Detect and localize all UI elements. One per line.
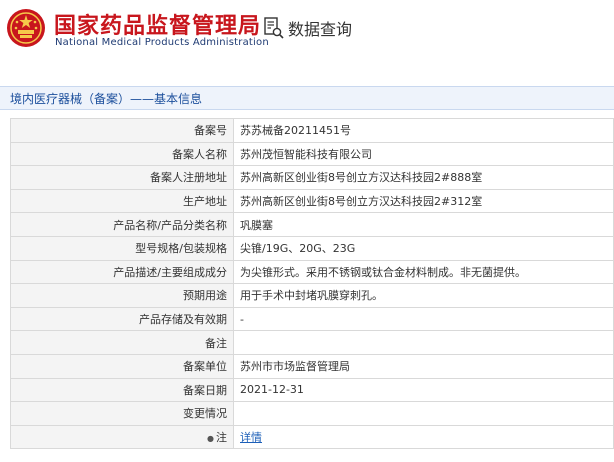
field-label: 备案单位 — [10, 353, 234, 379]
field-value: 苏州市市场监督管理局 — [233, 353, 614, 379]
table-row: 备案单位 苏州市市场监督管理局 — [10, 353, 614, 379]
field-label: 备案日期 — [10, 377, 234, 403]
field-value: 2021-12-31 — [233, 377, 614, 403]
table-row: 备案人名称 苏州茂恒智能科技有限公司 — [10, 141, 614, 167]
field-value: - — [233, 306, 614, 332]
field-value: 巩膜塞 — [233, 212, 614, 237]
field-value: 为尖锥形式。采用不锈钢或钛合金材料制成。非无菌提供。 — [233, 259, 614, 285]
field-value: 用于手术中封堵巩膜穿刺孔。 — [233, 283, 614, 308]
field-label-text: 注 — [216, 431, 227, 445]
table-row: 型号规格/包装规格 尖锥/19G、20G、23G — [10, 235, 614, 261]
field-label: 备案人注册地址 — [10, 165, 234, 190]
record-detail-table: 备案号 苏苏械备20211451号 备案人名称 苏州茂恒智能科技有限公司 备案人注册地址… — [10, 118, 614, 450]
table-row: 产品描述/主要组成成分 为尖锥形式。采用不锈钢或钛合金材料制成。非无菌提供。 — [10, 259, 614, 285]
table-row: 预期用途 用于手术中封堵巩膜穿刺孔。 — [10, 283, 614, 308]
field-value: 苏苏械备20211451号 — [233, 118, 614, 143]
breadcrumb: 境内医疗器械（备案）——基本信息 — [10, 92, 203, 106]
site-subtitle: National Medical Products Administration — [55, 37, 269, 48]
table-row: 产品存储及有效期 - — [10, 306, 614, 332]
table-row: 变更情况 — [10, 401, 614, 426]
field-label: 变更情况 — [10, 401, 234, 426]
field-value — [233, 401, 614, 426]
field-label: ● 注 — [10, 424, 234, 450]
field-label: 预期用途 — [10, 283, 234, 308]
national-emblem-icon — [7, 9, 45, 47]
table-row: 备案日期 2021-12-31 — [10, 377, 614, 403]
field-value: 详情 — [233, 424, 614, 450]
field-label: 生产地址 — [10, 188, 234, 214]
field-value: 苏州茂恒智能科技有限公司 — [233, 141, 614, 167]
table-row: ● 注详情 — [10, 424, 614, 450]
field-label: 备案号 — [10, 118, 234, 143]
field-label: 产品名称/产品分类名称 — [10, 212, 234, 237]
document-search-icon — [264, 17, 284, 39]
data-query-label: 数据查询 — [288, 20, 353, 39]
field-label: 产品存储及有效期 — [10, 306, 234, 332]
field-value: 尖锥/19G、20G、23G — [233, 235, 614, 261]
field-value: 苏州高新区创业街8号创立方汉达科技园2#312室 — [233, 188, 614, 214]
field-label: 备案人名称 — [10, 141, 234, 167]
data-query-link[interactable]: 数据查询 — [264, 16, 352, 40]
table-row: 生产地址 苏州高新区创业街8号创立方汉达科技园2#312室 — [10, 188, 614, 214]
breadcrumb-bar: 境内医疗器械（备案）——基本信息 — [0, 86, 614, 110]
field-label: 产品描述/主要组成成分 — [10, 259, 234, 285]
site-header: 国家药品监督管理局 National Medical Products Admi… — [0, 0, 614, 72]
table-row: 备案人注册地址 苏州高新区创业街8号创立方汉达科技园2#888室 — [10, 165, 614, 190]
site-title: 国家药品监督管理局 — [54, 14, 262, 39]
field-label: 型号规格/包装规格 — [10, 235, 234, 261]
dot-icon: ● — [207, 434, 214, 444]
field-value — [233, 330, 614, 355]
table-row: 备注 — [10, 330, 614, 355]
field-value: 苏州高新区创业街8号创立方汉达科技园2#888室 — [233, 165, 614, 190]
table-row: 产品名称/产品分类名称 巩膜塞 — [10, 212, 614, 237]
field-label: 备注 — [10, 330, 234, 355]
details-link[interactable]: 详情 — [240, 431, 262, 444]
table-row: 备案号 苏苏械备20211451号 — [10, 118, 614, 143]
